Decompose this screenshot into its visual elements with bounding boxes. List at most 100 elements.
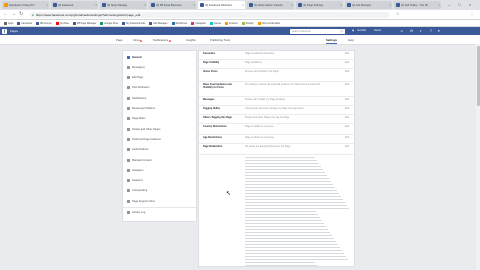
back-icon[interactable]: ← bbox=[3, 11, 8, 17]
placeholder-line bbox=[245, 262, 315, 264]
avatar[interactable]: ◉ bbox=[352, 29, 354, 32]
messages-icon[interactable]: ✉ bbox=[410, 29, 413, 33]
search-icon[interactable]: ⌕ bbox=[339, 28, 345, 34]
setting-row[interactable]: Page Visibility Page published Edit bbox=[199, 60, 354, 69]
edit-link[interactable]: Edit bbox=[345, 98, 349, 101]
edit-link[interactable]: Edit bbox=[345, 107, 349, 110]
setting-row[interactable]: Age Restrictions Page is shown to everyon… bbox=[199, 135, 354, 144]
setting-row[interactable]: Favourites Page is added to favourites Edi… bbox=[199, 51, 354, 60]
tab-close-icon[interactable]: × bbox=[193, 3, 195, 7]
sidebar-item-notifications[interactable]: Notifications bbox=[123, 93, 196, 103]
setting-row[interactable]: News Feed Audience and Visibility for Po… bbox=[199, 82, 354, 97]
tab-close-icon[interactable]: × bbox=[95, 3, 97, 7]
bookmark-item[interactable]: Canva bbox=[209, 21, 221, 25]
page-scrollbar[interactable] bbox=[476, 44, 480, 270]
reload-icon[interactable]: ↻ bbox=[19, 11, 23, 17]
sidebar-item-preferred-page-audience[interactable]: Preferred Page Audience bbox=[123, 134, 196, 144]
edit-link[interactable]: Edit bbox=[345, 52, 349, 55]
address-bar[interactable]: ● https://www.facebook.com/pg/hotelhacks… bbox=[30, 11, 390, 18]
bookmark-label: WordPress bbox=[175, 21, 188, 25]
search-input[interactable]: Search Facebook ⌕ bbox=[290, 28, 345, 34]
dropdown-icon[interactable]: ▾ bbox=[438, 29, 440, 33]
browser-tab[interactable]: (3) FB Kiosk Business × bbox=[149, 1, 196, 9]
setting-row[interactable]: Visitor Posts Anyone can publish to the P… bbox=[199, 69, 354, 82]
bookmark-item[interactable]: FB Groups bbox=[35, 21, 52, 25]
sidebar-item-authorizations[interactable]: Authorizations bbox=[123, 145, 196, 155]
sidebar-item-branded-content[interactable]: Branded Content bbox=[123, 155, 196, 165]
sidebar-item-crossposting[interactable]: Crossposting bbox=[123, 186, 196, 196]
friend-requests-icon[interactable]: ☺ bbox=[400, 29, 404, 33]
tab-close-icon[interactable]: × bbox=[242, 3, 244, 7]
bookmark-item[interactable]: FB Page Manager bbox=[72, 21, 96, 25]
tab-close-icon[interactable]: × bbox=[438, 3, 440, 7]
forward-icon[interactable]: → bbox=[11, 11, 16, 17]
menu-icon[interactable]: ⋮ bbox=[470, 11, 474, 16]
tab-close-icon[interactable]: × bbox=[291, 3, 293, 7]
browser-tab[interactable]: (3) Hotel Hacks | Facebo × bbox=[247, 1, 294, 9]
minimize-icon[interactable]: – bbox=[448, 2, 450, 7]
setting-row[interactable]: Messages People can contact my Page priva… bbox=[199, 97, 354, 106]
bookmark-item[interactable]: Apps bbox=[4, 21, 13, 25]
sidebar-item-messaging[interactable]: Messaging bbox=[123, 62, 196, 72]
edit-link[interactable]: Edit bbox=[345, 70, 349, 73]
bookmark-item[interactable]: Shopify bbox=[241, 21, 254, 25]
edit-link[interactable]: Edit bbox=[345, 116, 349, 119]
edit-link[interactable]: Edit bbox=[345, 145, 349, 148]
tab-close-icon[interactable]: × bbox=[46, 3, 48, 7]
edit-link[interactable]: Edit bbox=[345, 125, 349, 128]
close-window-icon[interactable]: × bbox=[469, 2, 471, 7]
tab-notifications[interactable]: Notifications5 bbox=[153, 38, 171, 42]
sidebar-item-page-support-inbox[interactable]: Page Support Inbox bbox=[123, 196, 196, 206]
setting-row[interactable]: Country Restrictions Page is visible to e… bbox=[199, 124, 354, 135]
bookmark-item[interactable]: Instagram bbox=[191, 21, 206, 25]
tab-close-icon[interactable]: × bbox=[389, 3, 391, 7]
facebook-logo-icon[interactable]: f bbox=[2, 28, 7, 34]
bookmark-item[interactable]: Ads Manager bbox=[149, 21, 168, 25]
sidebar-item-page-roles[interactable]: Page Roles bbox=[123, 114, 196, 124]
browser-tab[interactable]: Facebook | Friday Wri × bbox=[2, 1, 49, 9]
star-bookmark-icon[interactable]: ☆ bbox=[396, 11, 400, 16]
browser-tab[interactable]: (3) Facebook × bbox=[51, 1, 98, 9]
home-link[interactable]: Home bbox=[374, 29, 381, 32]
sidebar-item-general[interactable]: General bbox=[123, 52, 196, 62]
bookmark-item[interactable]: WordPress bbox=[171, 21, 188, 25]
sidebar-item-instagram[interactable]: Instagram bbox=[123, 165, 196, 175]
setting-row[interactable]: Page Moderation No words are being blocke… bbox=[199, 144, 354, 155]
profile-name[interactable]: Jennifer bbox=[357, 29, 366, 32]
sidebar-item-activity-log[interactable]: Activity Log bbox=[123, 206, 196, 218]
browser-tab[interactable]: (3) Ads Manager × bbox=[345, 1, 392, 9]
browser-tab[interactable]: (3) Page Settings × bbox=[296, 1, 343, 9]
tab-close-icon[interactable]: × bbox=[340, 3, 342, 7]
bookmark-item[interactable]: Other bookmarks bbox=[257, 21, 280, 25]
edit-link[interactable]: Edit bbox=[345, 83, 349, 86]
notifications-icon[interactable]: ◐ bbox=[420, 29, 422, 33]
bookmark-item[interactable]: My Facebook Ads bbox=[122, 21, 145, 25]
sidebar-item-messenger-platform[interactable]: Messenger Platform bbox=[123, 104, 196, 114]
bookmark-item[interactable]: Amazon bbox=[224, 21, 238, 25]
setting-row[interactable]: Tagging Ability Only people who help mana… bbox=[199, 106, 354, 115]
quick-help-icon[interactable]: ? bbox=[430, 29, 432, 33]
browser-tab[interactable]: (3) Facebook Webinars × bbox=[198, 1, 245, 9]
tab-insights[interactable]: Insights bbox=[186, 38, 196, 42]
tab-inbox[interactable]: Inbox1 bbox=[133, 38, 143, 42]
scrollbar-thumb[interactable] bbox=[476, 46, 480, 106]
bookmark-item[interactable]: YouTube bbox=[55, 21, 69, 25]
bookmark-item[interactable]: Facebook bbox=[17, 21, 32, 25]
tab-publishing-tools[interactable]: Publishing Tools bbox=[210, 38, 230, 42]
tab-page[interactable]: Page bbox=[116, 38, 123, 42]
sidebar-item-edit-page[interactable]: Edit Page bbox=[123, 73, 196, 83]
edit-link[interactable]: Edit bbox=[345, 61, 349, 64]
sidebar-item-people-and-other-pages[interactable]: People and Other Pages bbox=[123, 124, 196, 134]
maximize-icon[interactable]: □ bbox=[458, 2, 460, 7]
sidebar-item-post-attribution[interactable]: Post Attribution bbox=[123, 83, 196, 93]
tab-settings[interactable]: Settings bbox=[326, 38, 338, 44]
pages-link[interactable]: Pages bbox=[10, 29, 18, 33]
bookmark-item[interactable]: Google Drive bbox=[100, 21, 118, 25]
browser-tab[interactable]: (3) Shop Manage × bbox=[100, 1, 147, 9]
edit-link[interactable]: Edit bbox=[345, 136, 349, 139]
setting-row[interactable]: Others Tagging this Page People and other… bbox=[199, 115, 354, 124]
sidebar-item-featured[interactable]: Featured bbox=[123, 176, 196, 186]
browser-tab[interactable]: (3) Sell Online - The Sh × bbox=[394, 1, 441, 9]
tab-close-icon[interactable]: × bbox=[144, 3, 146, 7]
tab-help[interactable]: Help bbox=[348, 38, 354, 42]
